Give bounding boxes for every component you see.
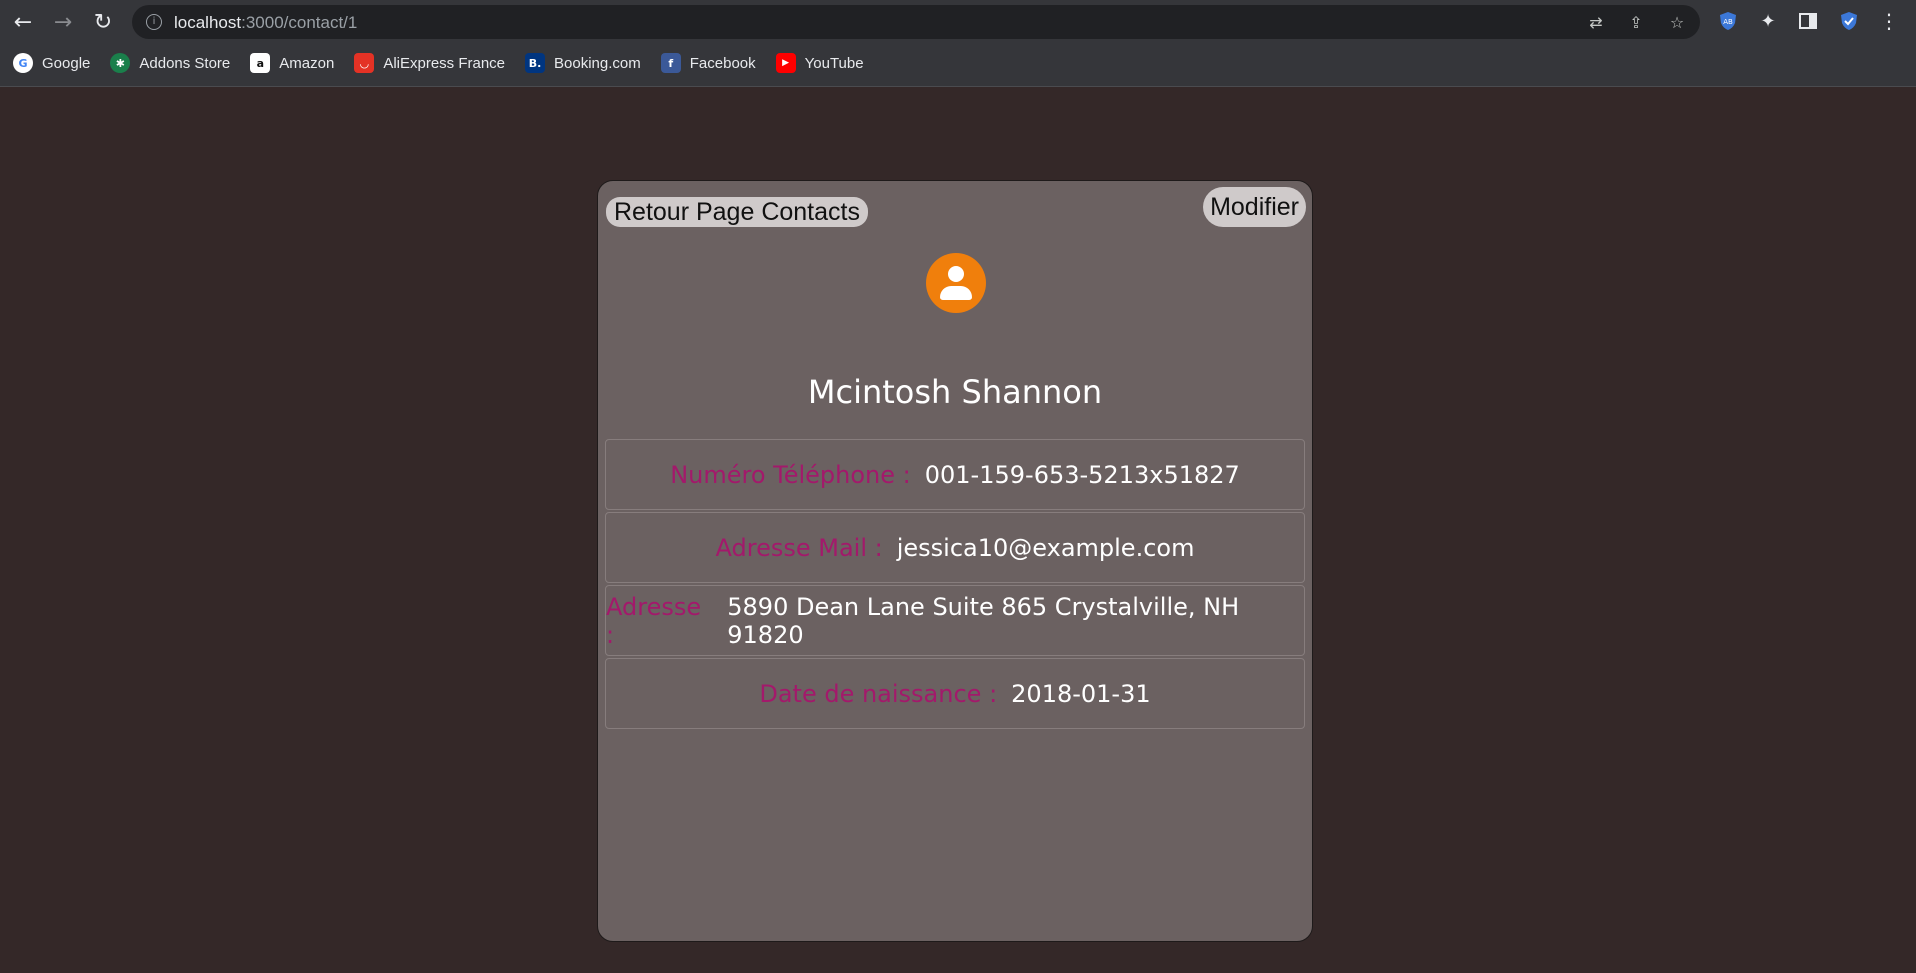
bookmark-label: Amazon	[279, 54, 335, 72]
back-arrow-icon[interactable]: ←	[9, 8, 37, 36]
browser-chrome: ← → ↻ i localhost:3000/contact/1 ⇄ ⇪ ☆ A…	[0, 0, 1916, 87]
google-icon: G	[13, 53, 33, 73]
bitwarden-extension-icon[interactable]	[1838, 10, 1860, 32]
phone-field: Numéro Téléphone : 001-159-653-5213x5182…	[605, 439, 1305, 510]
field-label: Numéro Téléphone :	[670, 460, 911, 489]
field-value: 5890 Dean Lane Suite 865 Crystalville, N…	[727, 592, 1240, 649]
contact-card: Retour Page Contacts Modifier Mcintosh S…	[597, 180, 1313, 942]
amazon-icon: a	[250, 53, 271, 73]
url-text[interactable]: localhost:3000/contact/1	[174, 13, 357, 33]
bookmark-aliexpress[interactable]: ◡ AliExpress France	[354, 53, 505, 73]
contact-name: Mcintosh Shannon	[807, 373, 1103, 411]
bookmark-addons-store[interactable]: ✱ Addons Store	[110, 53, 230, 73]
edit-contact-button[interactable]: Modifier	[1203, 187, 1306, 227]
share-icon[interactable]: ⇪	[1626, 13, 1646, 33]
svg-text:AB: AB	[1723, 18, 1733, 26]
bookmark-star-icon[interactable]: ☆	[1667, 13, 1687, 33]
bookmark-label: Booking.com	[554, 54, 641, 72]
reload-icon[interactable]: ↻	[89, 8, 117, 36]
field-value: 2018-01-31	[1011, 679, 1151, 708]
bookmark-amazon[interactable]: a Amazon	[250, 53, 334, 73]
addons-store-icon: ✱	[110, 53, 131, 73]
bookmark-label: Google	[42, 54, 91, 72]
bookmark-label: AliExpress France	[383, 54, 506, 72]
field-label: Adresse Mail :	[715, 533, 883, 562]
bookmark-booking[interactable]: B. Booking.com	[525, 53, 641, 73]
bookmark-youtube[interactable]: ▶ YouTube	[775, 53, 864, 73]
back-to-contacts-button[interactable]: Retour Page Contacts	[606, 197, 868, 227]
forward-arrow-icon[interactable]: →	[49, 8, 77, 36]
side-panel-icon[interactable]	[1797, 10, 1819, 32]
translate-icon[interactable]: ⇄	[1586, 13, 1606, 33]
youtube-icon: ▶	[775, 53, 796, 73]
address-field: Adresse : 5890 Dean Lane Suite 865 Cryst…	[605, 585, 1305, 656]
bookmark-label: Addons Store	[139, 54, 231, 72]
field-value: 001-159-653-5213x51827	[924, 460, 1240, 489]
bookmark-label: YouTube	[804, 54, 864, 72]
facebook-icon: f	[660, 53, 681, 73]
site-info-icon[interactable]: i	[146, 14, 162, 30]
extensions-puzzle-icon[interactable]: ✦	[1757, 10, 1779, 32]
field-label: Date de naissance :	[759, 679, 998, 708]
bookmark-facebook[interactable]: f Facebook	[660, 53, 756, 73]
adblock-extension-icon[interactable]: AB	[1717, 10, 1739, 32]
field-label: Adresse :	[606, 592, 702, 649]
bookmarks-bar: G Google ✱ Addons Store a Amazon ◡ AliEx…	[0, 49, 884, 77]
booking-icon: B.	[525, 53, 546, 73]
aliexpress-icon: ◡	[354, 53, 375, 73]
menu-kebab-icon[interactable]: ⋮	[1878, 9, 1900, 33]
email-field: Adresse Mail : jessica10@example.com	[605, 512, 1305, 583]
field-value: jessica10@example.com	[896, 533, 1195, 562]
birthdate-field: Date de naissance : 2018-01-31	[605, 658, 1305, 729]
user-avatar-icon	[926, 253, 986, 313]
bookmark-label: Facebook	[689, 54, 756, 72]
bookmark-google[interactable]: G Google	[13, 53, 90, 73]
address-bar[interactable]: i localhost:3000/contact/1 ⇄ ⇪ ☆	[132, 5, 1700, 39]
